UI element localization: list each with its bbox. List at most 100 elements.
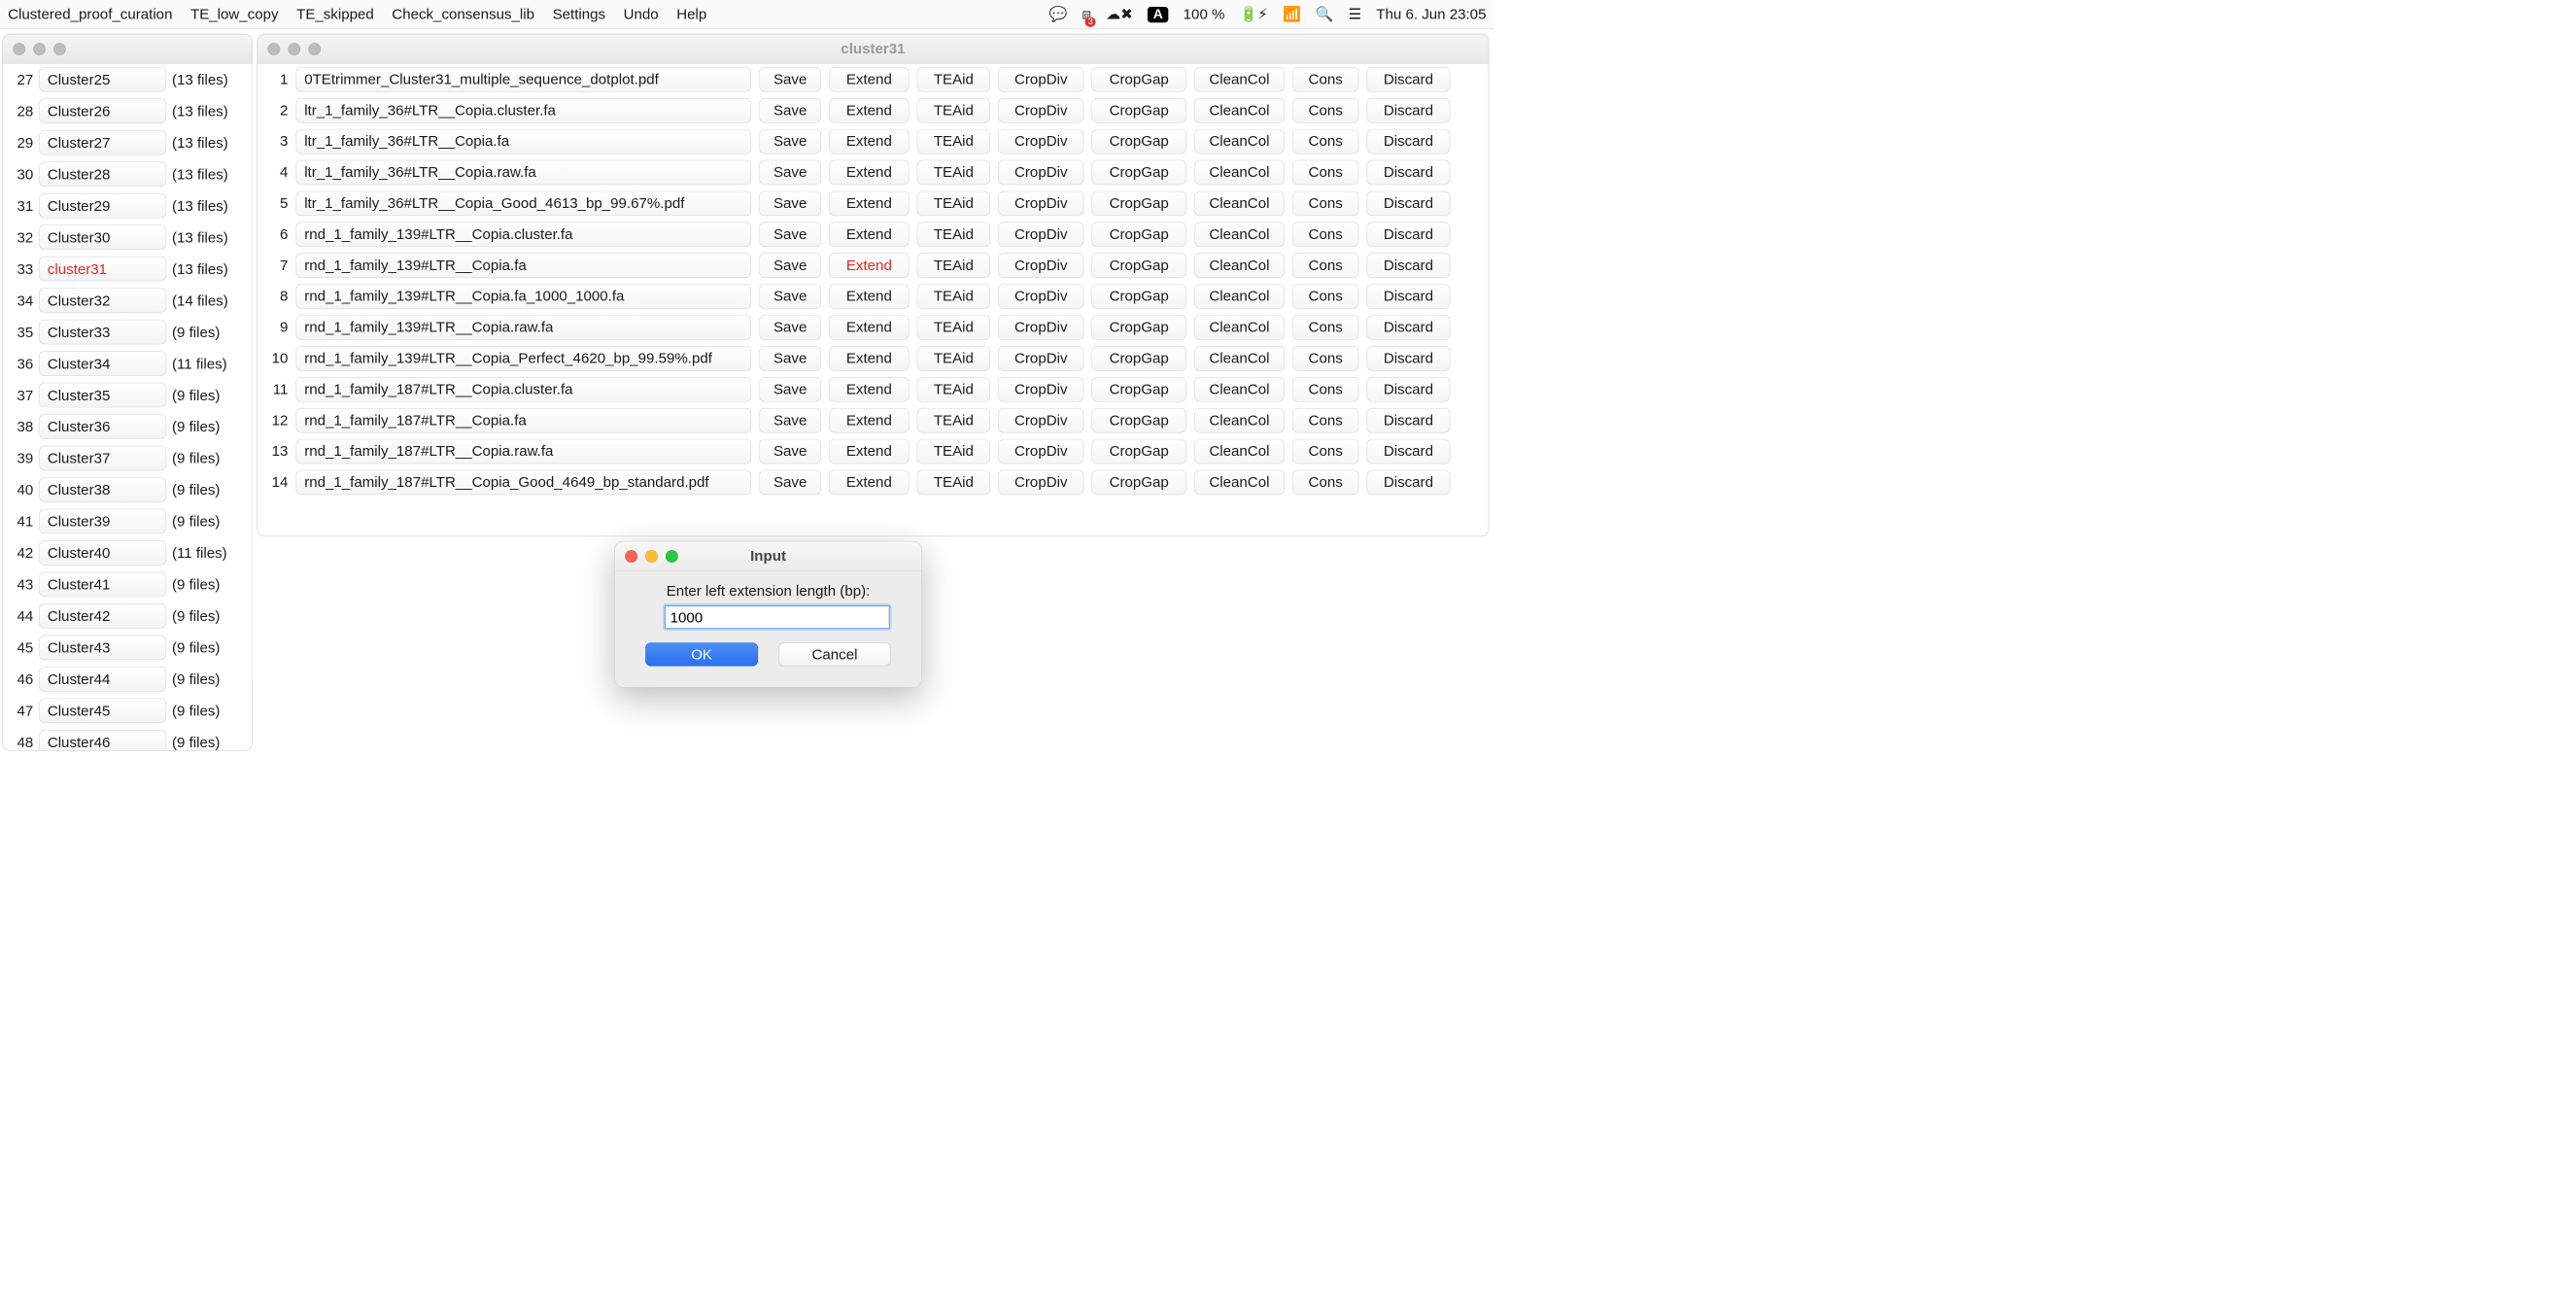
cluster-button[interactable]: Cluster36 (39, 414, 166, 439)
menu-te_low_copy[interactable]: TE_low_copy (190, 6, 279, 23)
extension-length-field[interactable] (665, 605, 890, 629)
cleancol-button[interactable]: CleanCol (1194, 469, 1285, 495)
save-button[interactable]: Save (759, 222, 821, 247)
cons-button[interactable]: Cons (1292, 377, 1358, 402)
menu-check_consensus_lib[interactable]: Check_consensus_lib (392, 6, 534, 23)
cleancol-button[interactable]: CleanCol (1194, 315, 1285, 340)
file-name-button[interactable]: rnd_1_family_139#LTR__Copia.raw.fa (296, 315, 752, 340)
file-name-button[interactable]: rnd_1_family_139#LTR__Copia.fa (296, 253, 752, 278)
cons-button[interactable]: Cons (1292, 284, 1358, 309)
cropdiv-button[interactable]: CropDiv (998, 284, 1083, 309)
save-button[interactable]: Save (759, 439, 821, 464)
cons-button[interactable]: Cons (1292, 469, 1358, 495)
cropgap-button[interactable]: CropGap (1091, 408, 1185, 433)
discard-button[interactable]: Discard (1367, 159, 1451, 185)
cropdiv-button[interactable]: CropDiv (998, 98, 1083, 123)
cleancol-button[interactable]: CleanCol (1194, 253, 1285, 278)
extend-button[interactable]: Extend (829, 346, 909, 371)
ok-button[interactable]: OK (645, 642, 758, 666)
cropgap-button[interactable]: CropGap (1091, 346, 1185, 371)
cluster-button[interactable]: Cluster39 (39, 509, 166, 534)
file-name-button[interactable]: rnd_1_family_139#LTR__Copia.fa_1000_1000… (296, 284, 752, 309)
menubar-datetime[interactable]: Thu 6. Jun 23:05 (1376, 6, 1486, 23)
cluster-button[interactable]: Cluster42 (39, 603, 166, 629)
cluster-button[interactable]: Cluster45 (39, 699, 166, 724)
cropdiv-button[interactable]: CropDiv (998, 67, 1083, 92)
cluster-button[interactable]: Cluster25 (39, 67, 166, 92)
save-button[interactable]: Save (759, 159, 821, 185)
save-button[interactable]: Save (759, 67, 821, 92)
cleancol-button[interactable]: CleanCol (1194, 346, 1285, 371)
file-name-button[interactable]: 0TEtrimmer_Cluster31_multiple_sequence_d… (296, 67, 752, 92)
discard-button[interactable]: Discard (1367, 67, 1451, 92)
cropgap-button[interactable]: CropGap (1091, 377, 1185, 402)
cropdiv-button[interactable]: CropDiv (998, 439, 1083, 464)
cluster-button[interactable]: Cluster37 (39, 446, 166, 471)
extend-button[interactable]: Extend (829, 377, 909, 402)
teaid-button[interactable]: TEAid (917, 253, 990, 278)
cropgap-button[interactable]: CropGap (1091, 439, 1185, 464)
cropgap-button[interactable]: CropGap (1091, 284, 1185, 309)
zoom-icon[interactable] (53, 43, 66, 55)
cluster-list-titlebar[interactable] (3, 34, 252, 63)
cropgap-button[interactable]: CropGap (1091, 315, 1185, 340)
cluster-button[interactable]: Cluster28 (39, 161, 166, 187)
save-button[interactable]: Save (759, 346, 821, 371)
cropgap-button[interactable]: CropGap (1091, 190, 1185, 216)
cleancol-button[interactable]: CleanCol (1194, 159, 1285, 185)
input-dialog-titlebar[interactable]: Input (615, 541, 922, 570)
cons-button[interactable]: Cons (1292, 190, 1358, 216)
cluster-button[interactable]: Cluster34 (39, 351, 166, 376)
cropdiv-button[interactable]: CropDiv (998, 253, 1083, 278)
file-name-button[interactable]: rnd_1_family_139#LTR__Copia_Perfect_4620… (296, 346, 752, 371)
save-button[interactable]: Save (759, 377, 821, 402)
save-button[interactable]: Save (759, 190, 821, 216)
cropdiv-button[interactable]: CropDiv (998, 159, 1083, 185)
menu-undo[interactable]: Undo (624, 6, 659, 23)
input-source-badge[interactable]: A (1148, 7, 1169, 22)
close-icon[interactable] (625, 550, 637, 563)
save-button[interactable]: Save (759, 98, 821, 123)
cluster-button[interactable]: Cluster40 (39, 540, 166, 566)
cluster-button[interactable]: Cluster32 (39, 288, 166, 313)
cleancol-button[interactable]: CleanCol (1194, 67, 1285, 92)
cropdiv-button[interactable]: CropDiv (998, 408, 1083, 433)
discard-button[interactable]: Discard (1367, 129, 1451, 155)
file-name-button[interactable]: rnd_1_family_187#LTR__Copia.fa (296, 408, 752, 433)
discard-button[interactable]: Discard (1367, 377, 1451, 402)
menu-settings[interactable]: Settings (553, 6, 605, 23)
cluster-button[interactable]: Cluster41 (39, 572, 166, 598)
wifi-icon[interactable]: 📶 (1283, 6, 1301, 23)
cons-button[interactable]: Cons (1292, 222, 1358, 247)
cropgap-button[interactable]: CropGap (1091, 159, 1185, 185)
search-icon[interactable]: 🔍 (1316, 6, 1334, 23)
cluster-button[interactable]: Cluster44 (39, 667, 166, 692)
cluster-button[interactable]: Cluster27 (39, 130, 166, 155)
cloud-sync-error-icon[interactable]: ☁︎✖︎ (1106, 6, 1133, 23)
cleancol-button[interactable]: CleanCol (1194, 284, 1285, 309)
cleancol-button[interactable]: CleanCol (1194, 190, 1285, 216)
cropgap-button[interactable]: CropGap (1091, 67, 1185, 92)
save-button[interactable]: Save (759, 469, 821, 495)
teaid-button[interactable]: TEAid (917, 129, 990, 155)
save-button[interactable]: Save (759, 129, 821, 155)
cluster-button[interactable]: Cluster29 (39, 193, 166, 219)
teaid-button[interactable]: TEAid (917, 315, 990, 340)
dropbox-icon[interactable]: ⧈ 3 (1082, 6, 1091, 24)
extend-button[interactable]: Extend (829, 284, 909, 309)
discard-button[interactable]: Discard (1367, 408, 1451, 433)
cluster-button[interactable]: Cluster46 (39, 730, 166, 750)
cluster-button[interactable]: Cluster33 (39, 320, 166, 345)
cons-button[interactable]: Cons (1292, 346, 1358, 371)
menu-te_skipped[interactable]: TE_skipped (296, 6, 374, 23)
cropdiv-button[interactable]: CropDiv (998, 129, 1083, 155)
discard-button[interactable]: Discard (1367, 98, 1451, 123)
teaid-button[interactable]: TEAid (917, 377, 990, 402)
control-center-icon[interactable]: ☰ (1349, 6, 1362, 23)
cropdiv-button[interactable]: CropDiv (998, 190, 1083, 216)
extend-button[interactable]: Extend (829, 159, 909, 185)
cons-button[interactable]: Cons (1292, 67, 1358, 92)
file-name-button[interactable]: rnd_1_family_139#LTR__Copia.cluster.fa (296, 222, 752, 247)
teaid-button[interactable]: TEAid (917, 408, 990, 433)
discard-button[interactable]: Discard (1367, 284, 1451, 309)
